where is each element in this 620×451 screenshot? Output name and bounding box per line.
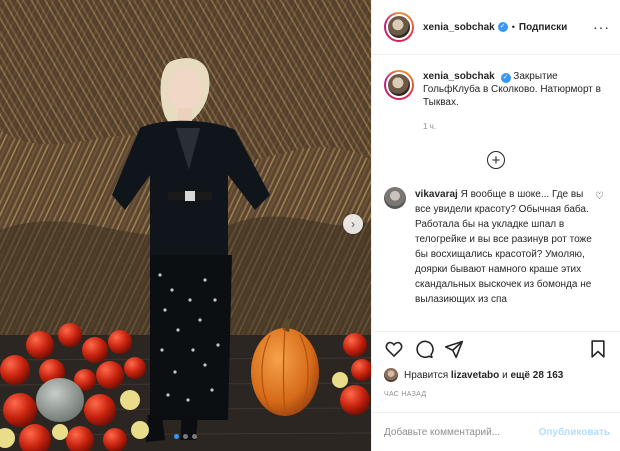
comment-item: vikavaraj Я вообще в шоке... Где вы все … [372,187,620,307]
bookmark-save-icon[interactable] [588,339,608,359]
liker-avatar[interactable] [384,368,398,382]
comment-body: vikavaraj Я вообще в шоке... Где вы все … [415,187,599,307]
share-send-icon[interactable] [444,339,464,359]
comment-username[interactable]: vikavaraj [415,189,458,200]
comment-bubble-icon[interactable] [414,339,434,359]
likes-count[interactable]: ещё 28 163 [510,370,563,381]
caption-avatar[interactable] [384,70,414,100]
comment-text: Я вообще в шоке... Где вы все увидели кр… [415,189,592,305]
header-separator: • [511,22,515,32]
chevron-right-icon: › [351,217,355,231]
carousel-next-button[interactable]: › [343,214,363,234]
photo-illustration [0,0,371,451]
liker-username[interactable]: lizavetabo [451,370,499,381]
username-link[interactable]: xenia_sobchak [423,22,495,33]
publish-button[interactable]: Опубликовать [539,427,610,438]
caption-username[interactable]: xenia_sobchak [423,71,495,82]
post-photo[interactable]: › [0,0,371,451]
likes-prefix: Нравится [404,369,449,381]
avatar[interactable] [384,12,414,42]
post-header: xenia_sobchak ✓ • Подписки ··· [372,0,620,55]
comment-input[interactable]: Добавьте комментарий... [384,427,539,438]
plus-circle-icon[interactable]: + [487,151,505,169]
load-more-comments: + [372,151,620,169]
carousel-dot [183,434,188,439]
carousel-dot [192,434,197,439]
likes-line: Нравится lizavetabo и ещё 28 163 [384,368,612,382]
action-bar [372,331,620,365]
verified-badge-icon: ✓ [497,22,508,32]
carousel-dot [174,434,179,439]
caption: xenia_sobchak ✓ Закрытие ГольфКлуба в Ск… [372,56,620,133]
like-heart-icon[interactable] [384,339,404,359]
comments-scroll-area[interactable]: xenia_sobchak ✓ Закрытие ГольфКлуба в Ск… [372,56,620,331]
likes-middle: и [502,369,508,381]
verified-badge-icon: ✓ [500,73,511,83]
comment-like-heart-icon[interactable]: ♡ [595,191,604,202]
follow-button[interactable]: Подписки [519,22,567,33]
post-timestamp[interactable]: ЧАС НАЗАД [384,391,426,398]
more-options-icon[interactable]: ··· [593,19,610,35]
comment-avatar[interactable] [384,187,406,209]
instagram-post: › xenia_sobchak ✓ • Подписки ··· xenia_s… [0,0,620,451]
post-side-panel: xenia_sobchak ✓ • Подписки ··· xenia_sob… [371,0,620,451]
caption-time[interactable]: 1 ч. [423,120,610,133]
caption-body: xenia_sobchak ✓ Закрытие ГольфКлуба в Ск… [423,70,610,133]
add-comment-bar: Добавьте комментарий... Опубликовать [372,412,620,451]
carousel-dots [0,434,371,439]
